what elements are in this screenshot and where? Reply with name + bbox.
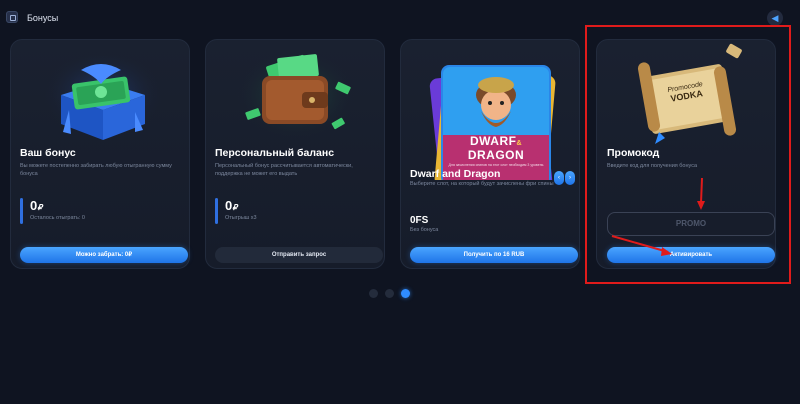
free-spins-amount: 0FS: [410, 215, 429, 226]
personal-amount: 0₽: [225, 198, 238, 213]
page-title: Бонусы: [27, 13, 59, 23]
bonus-box-icon[interactable]: [6, 11, 18, 23]
card-description: Вы можете постепенно забирать любую отыг…: [20, 163, 172, 177]
pagination: [369, 285, 417, 303]
pagination-dot[interactable]: [369, 289, 378, 298]
get-spins-button[interactable]: Получить по 16 RUB: [410, 247, 578, 263]
back-arrow-icon[interactable]: ◀: [767, 10, 783, 26]
next-slot-button[interactable]: ›: [565, 171, 575, 185]
gift-box-icon: [43, 50, 163, 140]
free-spins-card: DWARF& DRAGON Для зачисления спинов на э…: [400, 39, 580, 269]
wallet-icon: [236, 50, 356, 140]
send-request-button[interactable]: Отправить запрос: [215, 247, 383, 263]
prev-slot-button[interactable]: ‹: [554, 171, 564, 185]
free-spins-caption: Без бонуса: [410, 227, 439, 233]
annotation-frame: [585, 25, 791, 284]
game-logo: DWARF& DRAGON Для зачисления спинов на э…: [443, 135, 549, 168]
amount-caption: Осталось отыграть: 0: [30, 215, 85, 221]
card-description: Выберите слот, на который будут зачислен…: [410, 181, 554, 187]
card-title: Персональный баланс: [215, 147, 335, 159]
bonus-amount: 0₽: [30, 198, 43, 213]
amount-indicator: [20, 198, 23, 224]
card-title: Ваш бонус: [20, 147, 76, 159]
card-description: Персональный бонус рассчитывается автома…: [215, 163, 353, 177]
pagination-dot-active[interactable]: [401, 289, 410, 298]
bonus-card: Ваш бонус Вы можете постепенно забирать …: [10, 39, 190, 269]
slot-nav: ‹ ›: [554, 166, 576, 185]
amount-caption: Отыгрыш x3: [225, 215, 257, 221]
pagination-dot[interactable]: [385, 289, 394, 298]
amount-indicator: [215, 198, 218, 224]
game-logo-line-2: DRAGON: [467, 148, 525, 162]
personal-balance-card: Персональный баланс Персональный бонус р…: [205, 39, 385, 269]
card-title: Dwarf and Dragon: [410, 168, 501, 180]
withdraw-button[interactable]: Можно забрать: 0₽: [20, 247, 188, 263]
